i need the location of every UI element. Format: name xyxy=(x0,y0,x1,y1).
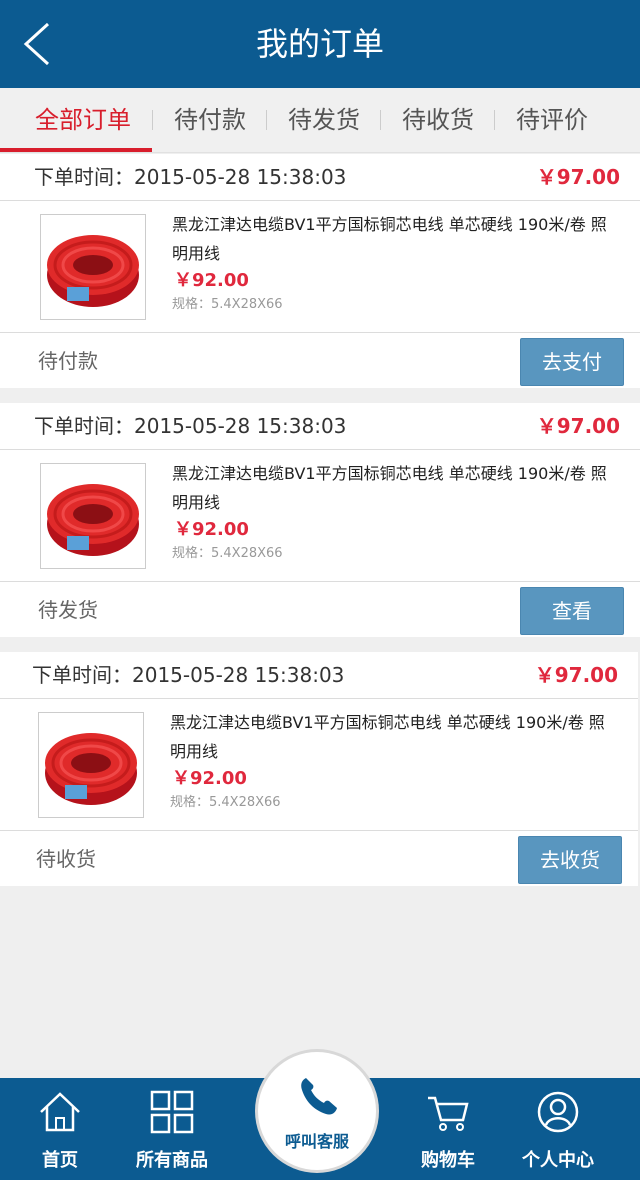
order-footer: 待发货 查看 xyxy=(0,581,640,638)
product-spec: 规格：5.4X28X66 xyxy=(172,546,283,561)
cart-icon xyxy=(428,1096,469,1131)
pay-button[interactable]: 去支付 xyxy=(520,338,624,386)
product-thumbnail[interactable] xyxy=(40,214,146,320)
order-time: 下单时间：2015-05-28 15:38:03 xyxy=(34,414,347,438)
nav-home[interactable]: 首页 xyxy=(0,1078,120,1180)
product-thumbnail[interactable] xyxy=(40,463,146,569)
order-total: ￥97.00 xyxy=(536,165,620,189)
nav-all-products-label: 所有商品 xyxy=(136,1150,208,1171)
order-header: 下单时间：2015-05-28 15:38:03 ￥97.00 xyxy=(0,652,638,699)
product-price: ￥92.00 xyxy=(172,768,247,789)
order-footer: 待付款 去支付 xyxy=(0,332,640,389)
cable-coil-image xyxy=(39,713,143,817)
page-title: 我的订单 xyxy=(255,25,384,63)
tab-all-orders[interactable]: 全部订单 xyxy=(18,88,148,152)
product-name[interactable]: 黑龙江津达电缆BV1平方国标铜芯电线 单芯硬线 190米/卷 照明用线 xyxy=(170,708,610,766)
order-status: 待发货 xyxy=(38,598,98,622)
cable-coil-image xyxy=(41,215,145,319)
product-spec: 规格：5.4X28X66 xyxy=(170,795,281,810)
confirm-receipt-button[interactable]: 去收货 xyxy=(518,836,622,884)
call-service-button[interactable]: 呼叫客服 xyxy=(258,1052,376,1170)
order-total: ￥97.00 xyxy=(534,663,618,687)
order-total: ￥97.00 xyxy=(536,414,620,438)
product-name[interactable]: 黑龙江津达电缆BV1平方国标铜芯电线 单芯硬线 190米/卷 照明用线 xyxy=(172,210,612,268)
tab-pending-shipment[interactable]: 待发货 xyxy=(274,88,374,152)
phone-icon xyxy=(301,1078,337,1115)
tab-divider xyxy=(152,110,153,130)
user-icon xyxy=(537,1091,579,1133)
cable-coil-image xyxy=(41,464,145,568)
tab-divider xyxy=(380,110,381,130)
product-thumbnail[interactable] xyxy=(38,712,144,818)
header-bar: 我的订单 xyxy=(0,0,640,88)
order-card: 下单时间：2015-05-28 15:38:03 ￥97.00 黑龙江津达电缆B… xyxy=(0,154,640,388)
view-button[interactable]: 查看 xyxy=(520,587,624,635)
active-tab-indicator xyxy=(0,148,152,152)
tab-divider xyxy=(494,110,495,130)
order-time: 下单时间：2015-05-28 15:38:03 xyxy=(32,663,345,687)
product-name[interactable]: 黑龙江津达电缆BV1平方国标铜芯电线 单芯硬线 190米/卷 照明用线 xyxy=(172,459,612,517)
nav-home-label: 首页 xyxy=(42,1150,78,1171)
nav-profile[interactable]: 个人中心 xyxy=(498,1078,618,1180)
grid-icon xyxy=(150,1090,194,1134)
order-card: 下单时间：2015-05-28 15:38:03 ￥97.00 黑龙江津达电缆B… xyxy=(0,652,638,886)
order-header: 下单时间：2015-05-28 15:38:03 ￥97.00 xyxy=(0,403,640,450)
order-status: 待收货 xyxy=(36,847,96,871)
tab-pending-receipt[interactable]: 待收货 xyxy=(388,88,488,152)
nav-profile-label: 个人中心 xyxy=(522,1150,594,1171)
nav-cart-label: 购物车 xyxy=(421,1150,475,1171)
tab-pending-review[interactable]: 待评价 xyxy=(502,88,602,152)
order-footer: 待收货 去收货 xyxy=(0,830,638,887)
tab-divider xyxy=(266,110,267,130)
order-header: 下单时间：2015-05-28 15:38:03 ￥97.00 xyxy=(0,154,640,201)
nav-all-products[interactable]: 所有商品 xyxy=(112,1078,232,1180)
nav-cart[interactable]: 购物车 xyxy=(388,1078,508,1180)
call-service-label: 呼叫客服 xyxy=(284,1132,349,1151)
home-icon xyxy=(40,1092,80,1132)
product-price: ￥92.00 xyxy=(174,519,249,540)
order-card: 下单时间：2015-05-28 15:38:03 ￥97.00 黑龙江津达电缆B… xyxy=(0,403,640,637)
tab-pending-payment[interactable]: 待付款 xyxy=(160,88,260,152)
product-price: ￥92.00 xyxy=(174,270,249,291)
order-status: 待付款 xyxy=(38,349,98,373)
order-tabs: 全部订单 待付款 待发货 待收货 待评价 xyxy=(0,88,640,153)
order-time: 下单时间：2015-05-28 15:38:03 xyxy=(34,165,347,189)
product-spec: 规格：5.4X28X66 xyxy=(172,297,283,312)
